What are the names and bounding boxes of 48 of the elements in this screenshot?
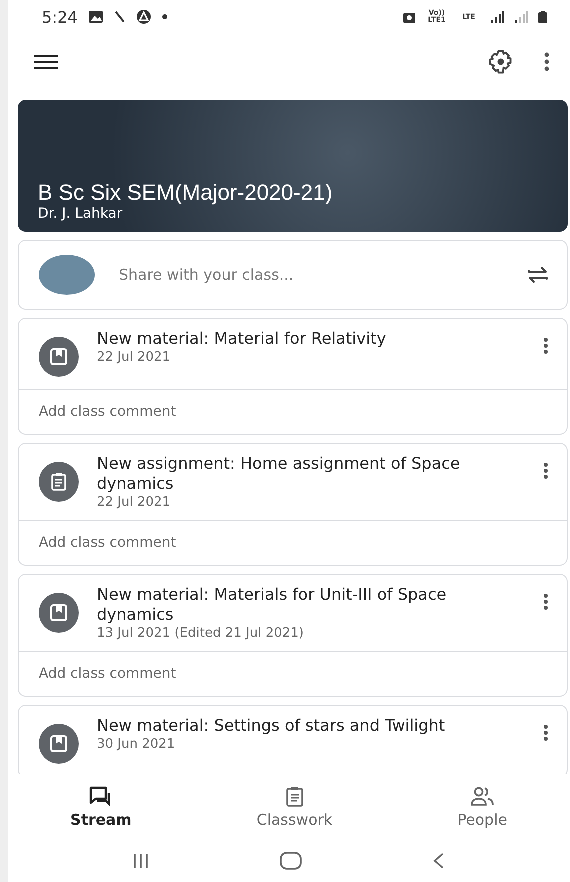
people-icon bbox=[470, 786, 496, 808]
more-options-icon[interactable] bbox=[543, 593, 549, 611]
clipboard-icon bbox=[284, 786, 306, 808]
post-card[interactable]: New material: Material for Relativity 22 Jul 2021 Add class comment bbox=[18, 318, 568, 435]
signal-icon bbox=[490, 11, 504, 23]
material-icon bbox=[39, 724, 79, 764]
slash-icon bbox=[114, 10, 126, 24]
nav-tab[interactable]: Stream bbox=[60, 782, 142, 832]
dot-icon bbox=[162, 14, 168, 20]
material-icon bbox=[39, 337, 79, 377]
share-field[interactable]: Share with your class... bbox=[117, 265, 505, 285]
recent-apps-icon[interactable] bbox=[132, 853, 150, 869]
settings-icon[interactable] bbox=[488, 49, 514, 75]
add-comment-link[interactable]: Add class comment bbox=[39, 404, 176, 420]
camera-icon bbox=[403, 10, 416, 24]
post-title: New material: Settings of stars and Twilight bbox=[97, 716, 446, 736]
signal-icon bbox=[514, 11, 528, 23]
image-icon bbox=[88, 10, 104, 24]
post-card[interactable]: New material: Materials for Unit-III of Space dynamics 13 Jul 2021 (Edited 21 Jul 2021) Add class comment bbox=[18, 574, 568, 697]
add-comment-link[interactable]: Add class comment bbox=[39, 535, 176, 551]
class-title: B Sc Six SEM(Major-2020-21) bbox=[38, 180, 334, 206]
status-time: 5:24 bbox=[42, 8, 78, 26]
teacher-name: Dr. J. Lahkar bbox=[38, 206, 124, 222]
repost-icon[interactable] bbox=[527, 265, 549, 285]
post-title: New material: Material for Relativity bbox=[97, 329, 388, 349]
nav-tab[interactable]: People bbox=[448, 782, 518, 832]
post-date: 22 Jul 2021 bbox=[97, 495, 172, 510]
more-options-icon[interactable] bbox=[543, 462, 549, 480]
more-options-icon[interactable] bbox=[543, 337, 549, 355]
more-options-icon[interactable] bbox=[543, 724, 549, 742]
battery-icon bbox=[538, 10, 548, 24]
add-comment-link[interactable]: Add class comment bbox=[39, 666, 176, 682]
avatar bbox=[39, 255, 95, 295]
triangle-circle-icon bbox=[136, 9, 152, 25]
post-title: New assignment: Home assignment of Space dynamics bbox=[97, 454, 462, 494]
post-date: 22 Jul 2021 bbox=[97, 350, 172, 365]
home-icon[interactable] bbox=[278, 851, 303, 871]
post-date: 30 Jun 2021 bbox=[97, 737, 176, 752]
more-options-icon[interactable] bbox=[544, 52, 550, 72]
post-card[interactable]: New material: Settings of stars and Twilight 30 Jun 2021 bbox=[18, 705, 568, 774]
nav-tab[interactable]: Classwork bbox=[246, 782, 343, 832]
assignment-icon bbox=[39, 462, 79, 502]
material-icon bbox=[39, 593, 79, 633]
post-title: New material: Materials for Unit-III of Space dynamics bbox=[97, 585, 448, 625]
post-card[interactable]: New assignment: Home assignment of Space dynamics 22 Jul 2021 Add class comment bbox=[18, 443, 568, 566]
post-date: 13 Jul 2021 (Edited 21 Jul 2021) bbox=[97, 626, 305, 641]
back-icon[interactable] bbox=[432, 852, 446, 870]
menu-icon[interactable] bbox=[34, 55, 58, 69]
